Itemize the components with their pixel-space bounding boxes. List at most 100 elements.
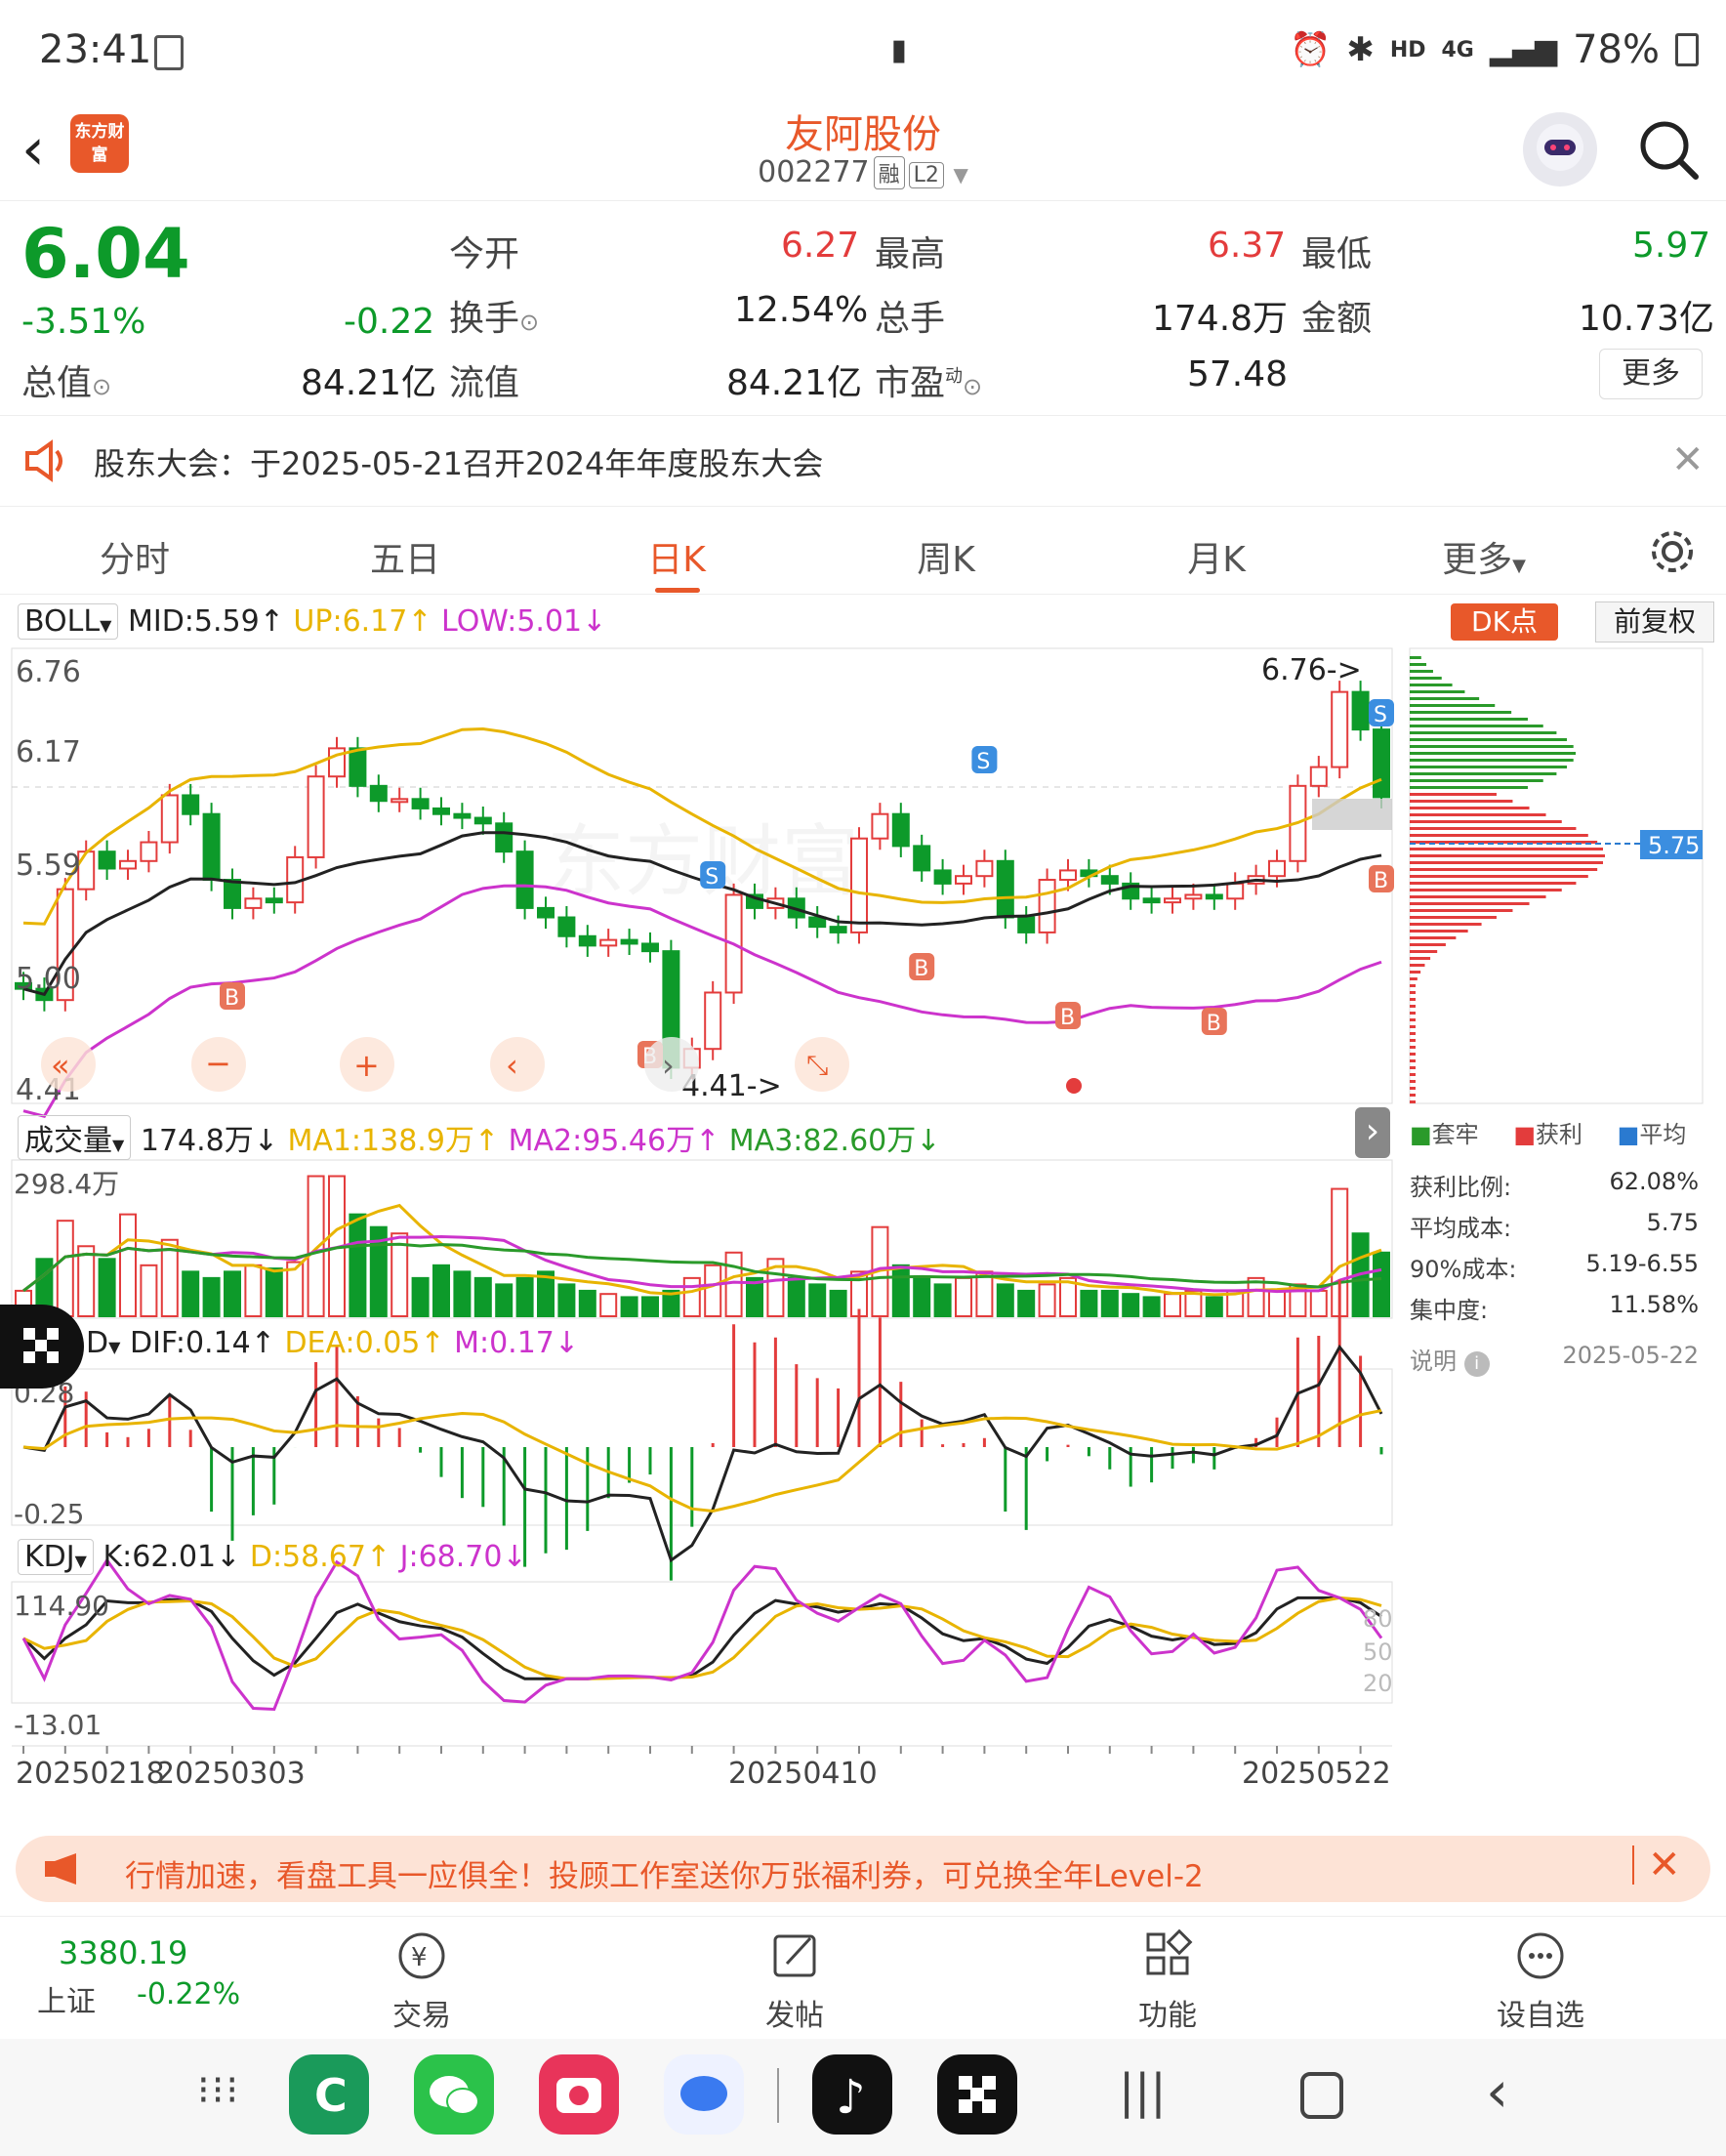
- date-label-4: 20250522: [1242, 1757, 1391, 1791]
- tab-more[interactable]: 更多▼: [1406, 531, 1562, 582]
- macd-selector[interactable]: D▼: [86, 1326, 120, 1360]
- expand-panel-button[interactable]: ›: [1355, 1107, 1390, 1158]
- volume-bar: [557, 1283, 576, 1317]
- candle-body: [641, 942, 659, 953]
- kdj-level-20: 20: [1363, 1670, 1393, 1697]
- close-icon[interactable]: ✕: [1671, 437, 1705, 482]
- margin-tag: 融: [873, 156, 905, 189]
- camera-app-icon[interactable]: [539, 2054, 619, 2135]
- chip-bar: [1410, 1080, 1416, 1083]
- chip-bar: [1410, 943, 1446, 946]
- candle-body: [933, 869, 952, 885]
- pe-label: 市盈动⊙: [875, 363, 983, 403]
- volume-bar: [56, 1220, 74, 1317]
- chip-bar: [1410, 895, 1546, 898]
- signal-badge-label: S: [976, 750, 990, 774]
- chip-bar: [1410, 1005, 1416, 1008]
- svg-text:›: ›: [662, 1047, 675, 1084]
- floating-app-icon[interactable]: [0, 1305, 84, 1389]
- low-value: 5.97: [1632, 226, 1711, 266]
- chip-bar: [1410, 697, 1480, 700]
- chip-bar: [1410, 677, 1442, 680]
- dk-point-button[interactable]: DK点: [1451, 603, 1558, 641]
- tiktok-app-icon[interactable]: ♪: [812, 2054, 892, 2135]
- chip-bar: [1410, 930, 1468, 933]
- kline-chart[interactable]: 东方财富 6.76 6.17 5.59 5.00 4.41 6.76-> 4.4…: [0, 644, 1406, 1816]
- turnover-label: 换手⊙: [449, 299, 540, 339]
- chip-bar: [1410, 998, 1416, 1001]
- signal-badge-label: B: [225, 986, 239, 1011]
- recent-app-icon[interactable]: [937, 2054, 1017, 2135]
- wechat-app-icon[interactable]: [414, 2054, 494, 2135]
- ad-close-icon[interactable]: ✕: [1632, 1845, 1681, 1885]
- avg-cost-tag: 5.75: [1648, 832, 1700, 859]
- adjust-button[interactable]: 前复权: [1595, 601, 1714, 643]
- volume-bar: [1373, 1251, 1390, 1317]
- nav-add-watchlist[interactable]: 设自选: [1462, 1928, 1619, 2034]
- ad-banner[interactable]: 行情加速，看盘工具一应俱全！投顾工作室送你万张福利券，可兑换全年Level-2 …: [16, 1836, 1710, 1902]
- chip-stat-label-3: 90%成本:: [1410, 1256, 1517, 1283]
- boll-selector[interactable]: BOLL▼: [18, 603, 119, 640]
- chip-note[interactable]: 说明 i: [1410, 1342, 1490, 1377]
- tab-daily-k[interactable]: 日K: [598, 531, 755, 593]
- chip-bar: [1410, 854, 1605, 857]
- alarm-icon: ⏰: [1289, 30, 1332, 69]
- float-label: 流值: [449, 363, 520, 403]
- volume-bars: [15, 1175, 1390, 1318]
- chip-bar: [1410, 909, 1513, 912]
- kdj-indicator-row: KDJ▼ K:62.01↓ D:58.67↑ J:68.70↓: [18, 1539, 527, 1575]
- candle-body: [1184, 893, 1203, 900]
- candle-body: [453, 812, 472, 819]
- volume-bar: [641, 1296, 659, 1317]
- system-back-icon[interactable]: ‹: [1486, 2058, 1508, 2125]
- candle-body: [349, 747, 367, 787]
- macd-dif: DIF:0.14↑: [129, 1326, 275, 1360]
- chip-bar: [1410, 718, 1528, 721]
- chip-distribution[interactable]: 5.75: [1406, 644, 1726, 1113]
- volume-bar: [515, 1276, 534, 1318]
- chip-bar: [1410, 786, 1528, 789]
- y-label-4: 5.00: [16, 962, 81, 996]
- volume-bar: [432, 1264, 450, 1318]
- date-label-1: 20250218: [16, 1757, 165, 1791]
- volume-bar: [98, 1258, 116, 1317]
- more-button[interactable]: 更多: [1599, 349, 1703, 399]
- volume-bar: [1164, 1293, 1181, 1317]
- max-price-note: 6.76->: [1261, 653, 1362, 687]
- volume-bar: [891, 1264, 910, 1318]
- tab-5day[interactable]: 五日: [327, 531, 483, 582]
- recents-button-icon[interactable]: |||: [1119, 2064, 1167, 2119]
- kdj-selector[interactable]: KDJ▼: [18, 1539, 94, 1575]
- date-ticks: [22, 1746, 1362, 1754]
- tab-weekly-k[interactable]: 周K: [868, 531, 1024, 582]
- volume-ma3: MA3:82.60万↓: [728, 1124, 941, 1158]
- candle-body: [369, 784, 388, 803]
- chip-stat-value-4: 11.58%: [1609, 1291, 1699, 1318]
- volume-selector[interactable]: 成交量▼: [18, 1115, 132, 1160]
- candle-body: [808, 916, 827, 929]
- svg-text:♪: ♪: [836, 2070, 866, 2125]
- candle-body: [1373, 728, 1390, 799]
- chip-bar: [1410, 827, 1577, 830]
- candle-body: [913, 845, 931, 872]
- nav-post[interactable]: 发帖: [717, 1928, 873, 2034]
- tab-intraday[interactable]: 分时: [57, 531, 213, 582]
- chip-bar: [1410, 800, 1513, 803]
- svg-text:¥: ¥: [411, 1943, 428, 1972]
- home-button-icon[interactable]: [1300, 2072, 1343, 2119]
- nav-function[interactable]: 功能: [1089, 1928, 1246, 2034]
- chip-bar: [1410, 1039, 1416, 1042]
- candle-body: [557, 916, 576, 937]
- messages-app-icon[interactable]: [664, 2054, 744, 2135]
- nav-trade[interactable]: ¥ 交易: [344, 1928, 500, 2034]
- tab-monthly-k[interactable]: 月K: [1138, 531, 1294, 582]
- chip-bars: [1410, 656, 1605, 1103]
- search-icon[interactable]: [1635, 116, 1704, 188]
- candle-body: [975, 859, 994, 878]
- notice-bar[interactable]: 股东大会：于2025-05-21召开2024年年度股东大会 ✕: [0, 416, 1726, 507]
- stock-code-row[interactable]: 002277 融 L2 ▼: [0, 155, 1726, 189]
- phone-app-icon[interactable]: C: [289, 2054, 369, 2135]
- settings-gear-icon[interactable]: [1648, 527, 1697, 580]
- robot-avatar[interactable]: [1523, 112, 1597, 187]
- app-drawer-icon[interactable]: ⁝⁝⁝: [197, 2068, 240, 2113]
